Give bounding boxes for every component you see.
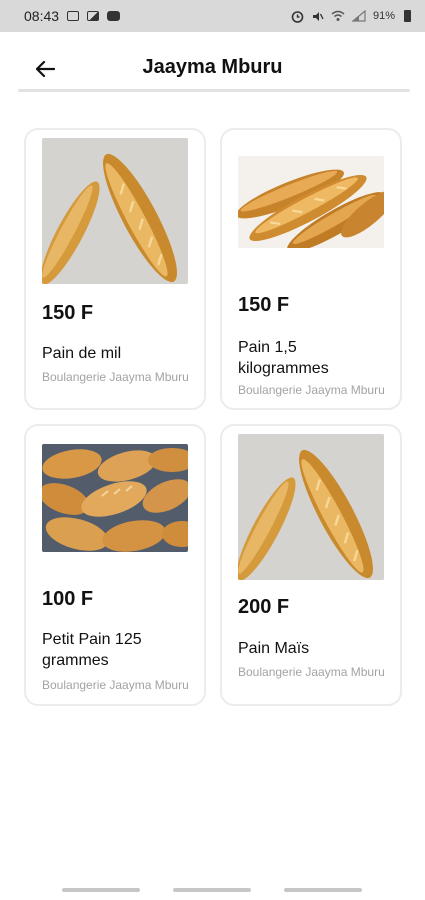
nav-recents-button[interactable] [62, 888, 140, 892]
page-title: Jaayma Mburu [142, 56, 283, 78]
product-card[interactable]: 100 F Petit Pain 125 grammes Boulangerie… [24, 424, 206, 706]
status-right: 91% [291, 10, 411, 23]
product-card[interactable]: 150 F Pain 1,5 kilogrammes Boulangerie J… [220, 128, 402, 410]
alarm-icon [291, 10, 304, 23]
product-name: Pain Maïs [238, 640, 310, 657]
youtube-icon [107, 11, 121, 21]
app-bar: Jaayma Mburu [0, 32, 425, 90]
header-divider [18, 89, 410, 92]
status-bar: 08:43 91% [0, 0, 425, 32]
wifi-icon [331, 10, 345, 21]
mute-icon [312, 11, 324, 21]
product-price: 200 F [238, 596, 290, 618]
battery-icon [404, 10, 411, 22]
signal-icon [351, 10, 366, 22]
status-time: 08:43 [24, 8, 60, 24]
product-seller: Boulangerie Jaayma Mburu [42, 678, 189, 692]
status-left: 08:43 [24, 8, 121, 24]
product-price: 100 F [42, 588, 94, 610]
product-seller: Boulangerie Jaayma Mburu [42, 370, 189, 384]
product-image-baguettes [238, 156, 384, 248]
nav-back-button[interactable] [284, 888, 362, 892]
product-card[interactable]: 200 F Pain Maïs Boulangerie Jaayma Mburu [220, 424, 402, 706]
product-image-small-breads [42, 444, 188, 552]
system-nav-bar [0, 880, 425, 900]
product-seller: Boulangerie Jaayma Mburu [238, 383, 385, 397]
gallery-icon [87, 11, 100, 21]
image-icon [67, 11, 80, 21]
product-card[interactable]: 150 F Pain de mil Boulangerie Jaayma Mbu… [24, 128, 206, 410]
nav-home-button[interactable] [173, 888, 251, 892]
product-name: Petit Pain 125 grammes [42, 631, 142, 669]
product-name: Pain de mil [42, 345, 122, 362]
battery-percent: 91% [372, 10, 395, 22]
product-image-baguettes [42, 138, 188, 284]
product-name: Pain 1,5 kilogrammes [238, 339, 329, 377]
product-price: 150 F [42, 302, 94, 324]
product-price: 150 F [238, 294, 290, 316]
product-grid: 150 F Pain de mil Boulangerie Jaayma Mbu… [24, 128, 404, 706]
product-image-baguettes [238, 434, 384, 580]
product-seller: Boulangerie Jaayma Mburu [238, 665, 385, 679]
